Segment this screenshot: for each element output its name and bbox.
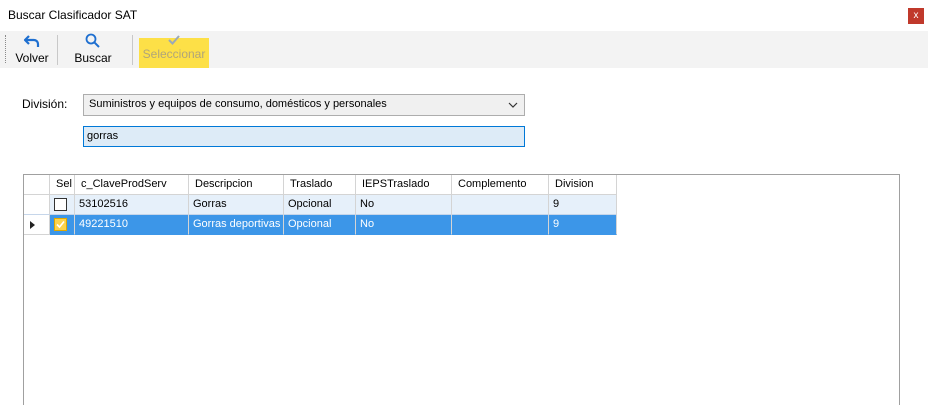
select-button-label: Seleccionar [142, 47, 206, 61]
row-caret-icon [30, 221, 35, 229]
division-label: División: [22, 97, 68, 111]
search-button-label: Buscar [74, 51, 112, 65]
search-input-value: gorras [87, 130, 119, 142]
sel-checkbox[interactable] [54, 198, 67, 211]
checkmark-icon [139, 34, 209, 47]
column-header[interactable]: Sel [50, 175, 75, 195]
column-header[interactable]: IEPSTraslado [356, 175, 452, 195]
division-select-value: Suministros y equipos de consumo, domést… [89, 98, 387, 110]
search-input[interactable]: gorras [83, 126, 525, 147]
clave-cell[interactable]: 49221510 [75, 215, 189, 235]
column-header[interactable]: Traslado [284, 175, 356, 195]
results-grid[interactable]: Sel c_ClaveProdServ Descripcion Traslado… [23, 174, 900, 405]
toolbar-separator [132, 35, 133, 65]
undo-arrow-icon [12, 31, 52, 51]
ieps-cell[interactable]: No [356, 215, 452, 235]
column-header[interactable]: c_ClaveProdServ [75, 175, 189, 195]
traslado-cell[interactable]: Opcional [284, 195, 356, 215]
column-header[interactable]: Descripcion [189, 175, 284, 195]
descripcion-cell[interactable]: Gorras [189, 195, 284, 215]
ieps-cell[interactable]: No [356, 195, 452, 215]
column-header[interactable]: Complemento [452, 175, 549, 195]
traslado-cell[interactable]: Opcional [284, 215, 356, 235]
chevron-down-icon[interactable] [506, 98, 520, 112]
sel-checkbox-checked[interactable] [54, 218, 67, 231]
sel-cell[interactable] [50, 195, 75, 215]
row-indicator[interactable] [24, 215, 50, 235]
column-header[interactable]: Division [549, 175, 617, 195]
select-button[interactable]: Seleccionar [139, 35, 209, 68]
division-cell[interactable]: 9 [549, 215, 617, 235]
sel-cell[interactable] [50, 215, 75, 235]
row-indicator-header [24, 175, 50, 195]
division-cell[interactable]: 9 [549, 195, 617, 215]
back-button[interactable]: Volver [12, 31, 52, 68]
row-indicator[interactable] [24, 195, 50, 215]
back-button-label: Volver [15, 51, 49, 65]
toolbar-grip[interactable] [5, 35, 8, 63]
window-title: Buscar Clasificador SAT [8, 8, 138, 22]
complemento-cell[interactable] [452, 215, 549, 235]
toolbar: Volver Buscar Seleccionar [0, 31, 928, 68]
magnifier-icon [71, 31, 115, 51]
title-bar: Buscar Clasificador SAT x [0, 0, 928, 31]
search-button[interactable]: Buscar [71, 31, 115, 68]
division-select[interactable]: Suministros y equipos de consumo, domést… [83, 94, 525, 116]
clave-cell[interactable]: 53102516 [75, 195, 189, 215]
descripcion-cell[interactable]: Gorras deportivas [189, 215, 284, 235]
close-button[interactable]: x [908, 8, 924, 24]
complemento-cell[interactable] [452, 195, 549, 215]
toolbar-separator [57, 35, 58, 65]
